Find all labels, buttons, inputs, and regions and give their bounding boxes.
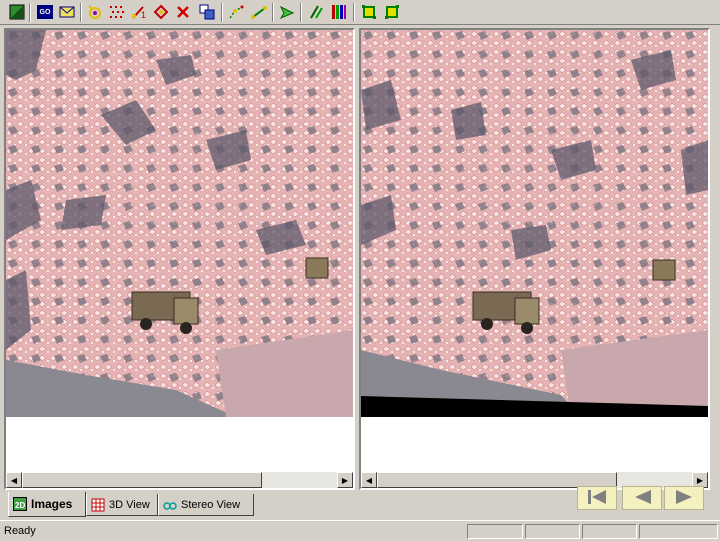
green-square-icon[interactable] xyxy=(8,3,26,21)
connect-points-icon[interactable] xyxy=(250,3,268,21)
status-bar: Ready xyxy=(0,520,720,541)
right-image[interactable] xyxy=(361,30,708,417)
scroll-thumb[interactable] xyxy=(22,472,262,488)
line-point-icon[interactable]: 1 xyxy=(130,3,148,21)
left-image-pane[interactable]: ◀ ▶ xyxy=(4,28,355,490)
first-page-icon xyxy=(586,489,608,508)
point-grid-icon[interactable] xyxy=(108,3,126,21)
previous-icon xyxy=(631,489,653,508)
status-panel-2 xyxy=(525,524,580,539)
rotate-icon[interactable] xyxy=(86,3,104,21)
color-bars-icon[interactable] xyxy=(330,3,348,21)
left-image[interactable] xyxy=(6,30,353,417)
images-tab-icon: 2D xyxy=(13,497,27,511)
scroll-left-button[interactable]: ◀ xyxy=(361,472,377,488)
scroll-right-button[interactable]: ▶ xyxy=(337,472,353,488)
toolbar: GO 1 xyxy=(0,0,720,25)
edit-points-icon[interactable] xyxy=(227,3,245,21)
go-icon[interactable]: GO xyxy=(36,3,54,21)
status-panel-1 xyxy=(467,524,523,539)
first-button[interactable] xyxy=(577,486,617,510)
small-truck xyxy=(305,257,329,279)
svg-text:2D: 2D xyxy=(15,501,25,510)
left-horizontal-scrollbar[interactable]: ◀ ▶ xyxy=(6,472,353,488)
tab-images[interactable]: 2D Images xyxy=(8,492,86,517)
3d-view-icon xyxy=(91,498,105,512)
status-text: Ready xyxy=(4,525,36,537)
status-panel-3 xyxy=(582,524,637,539)
frame-icon[interactable] xyxy=(360,3,378,21)
delete-x-icon[interactable] xyxy=(174,3,192,21)
status-panel-4 xyxy=(639,524,718,539)
blocks-icon[interactable] xyxy=(198,3,216,21)
tab-3d-view[interactable]: 3D View xyxy=(86,494,158,516)
next-icon xyxy=(673,489,695,508)
envelope-icon[interactable] xyxy=(58,3,76,21)
marker-icon[interactable] xyxy=(152,3,170,21)
next-button[interactable] xyxy=(664,486,704,510)
forward-arrow-icon[interactable] xyxy=(278,3,296,21)
scroll-left-button[interactable]: ◀ xyxy=(6,472,22,488)
stereo-glasses-icon xyxy=(163,498,177,512)
dtm-icon[interactable] xyxy=(307,3,325,21)
small-truck-right xyxy=(652,259,676,281)
previous-button[interactable] xyxy=(622,486,662,510)
right-image-pane[interactable]: ◀ ▶ xyxy=(359,28,710,490)
frame-fit-icon[interactable] xyxy=(383,3,401,21)
svg-text:1: 1 xyxy=(141,10,146,20)
tab-stereo-view[interactable]: Stereo View xyxy=(158,494,254,516)
